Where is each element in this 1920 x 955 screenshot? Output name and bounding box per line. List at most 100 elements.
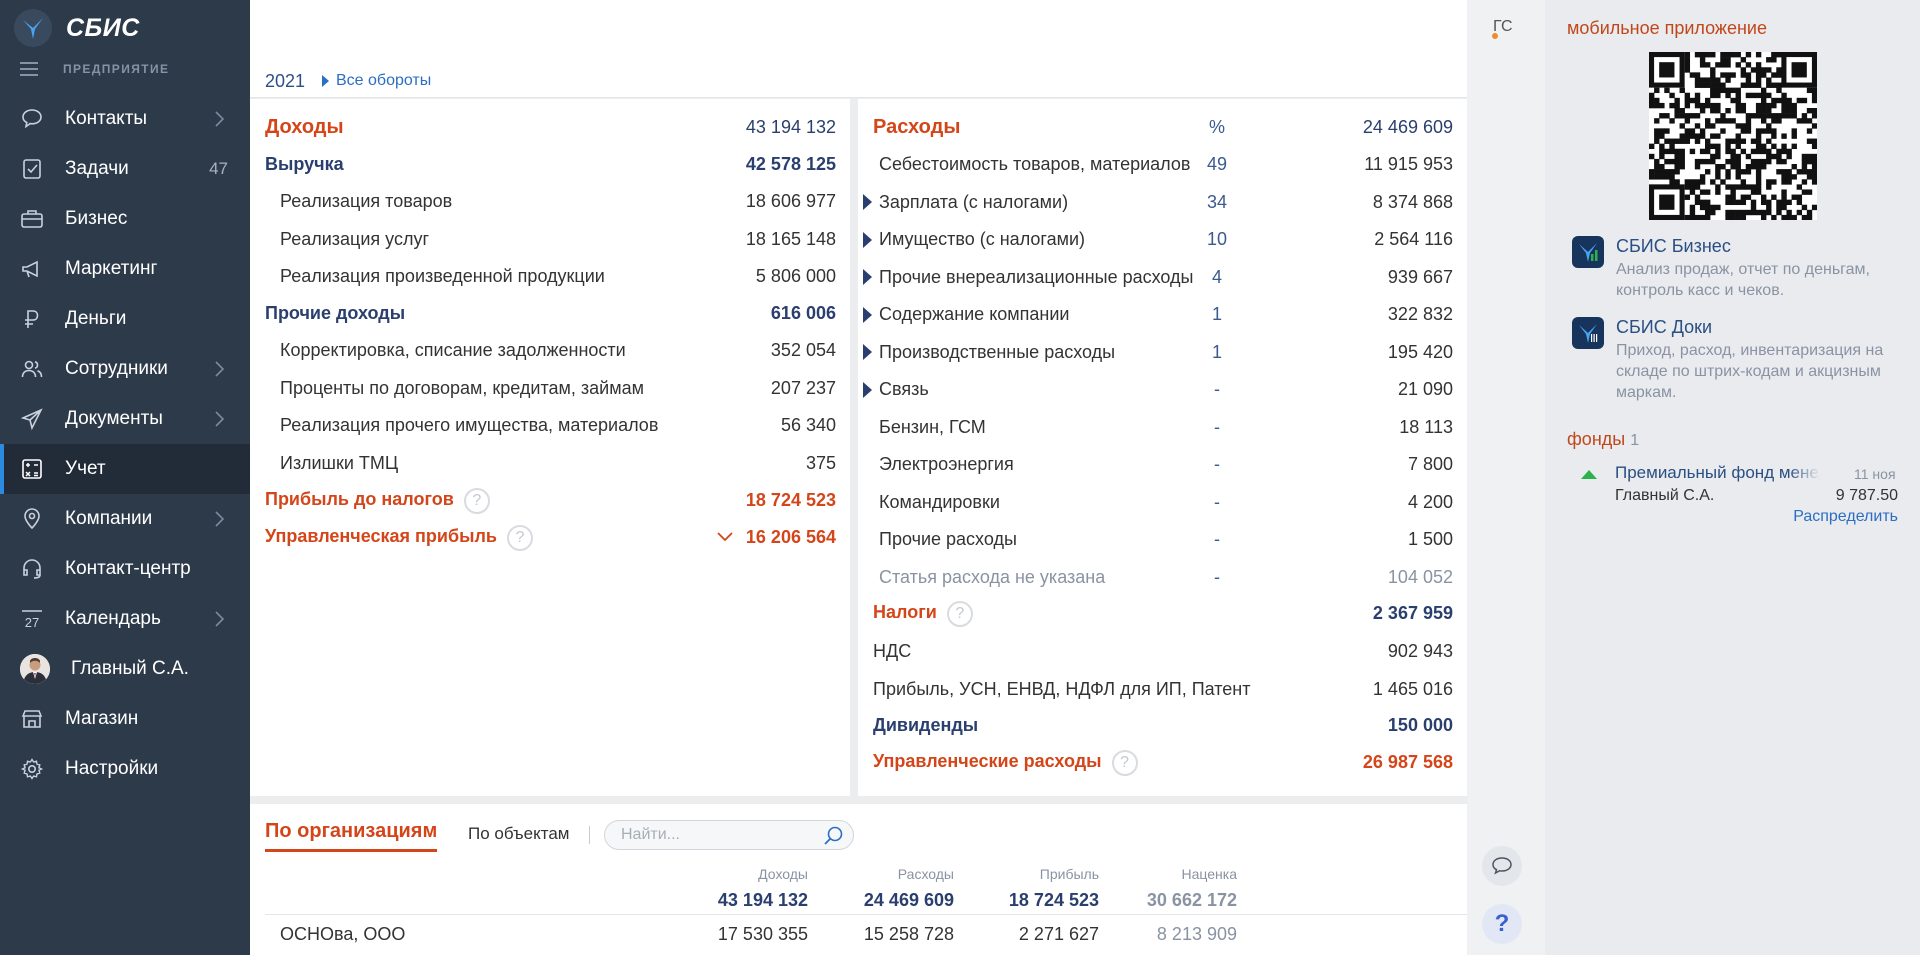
help-button[interactable]: ?: [1482, 904, 1522, 944]
expense-item-row[interactable]: Производственные расходы 1 195 420: [858, 334, 1467, 371]
other-income-value: 616 006: [770, 303, 836, 323]
mgmt-expenses-row[interactable]: Управленческие расходы? 26 987 568: [858, 744, 1467, 781]
app-sbis-business[interactable]: СБИС Бизнес Анализ продаж, отчет по деньг…: [1572, 236, 1916, 301]
sidebar-item-12[interactable]: Магазин: [0, 694, 250, 744]
sidebar-item-4[interactable]: Деньги: [0, 294, 250, 344]
income-item-row[interactable]: Реализация услуг 18 165 148: [250, 221, 850, 258]
app-name: СБИС Бизнес: [1616, 236, 1731, 256]
expense-item-row[interactable]: Командировки - 4 200: [858, 484, 1467, 521]
mgmt-expenses-text: Управленческие расходы: [873, 750, 1102, 771]
expense-item-row[interactable]: Содержание компании 1 322 832: [858, 296, 1467, 333]
sidebar-item-label: Магазин: [65, 708, 139, 729]
sidebar-item-7[interactable]: Учет: [0, 444, 250, 494]
tax-item-row[interactable]: Прибыль, УСН, ЕНВД, НДФЛ для ИП, Патент 1…: [858, 671, 1467, 708]
income-item-row[interactable]: Реализация произведенной продукции 5 806 …: [250, 258, 850, 295]
income-item-row[interactable]: Корректировка, списание задолженности 352…: [250, 332, 850, 369]
income-item-row[interactable]: Проценты по договорам, кредитам, займам 2…: [250, 370, 850, 407]
funds-title[interactable]: фонды 1: [1567, 429, 1639, 450]
help-icon[interactable]: ?: [463, 487, 490, 514]
search-input[interactable]: [605, 821, 805, 849]
fund-name[interactable]: Премиальный фонд менеджеров: [1615, 463, 1820, 483]
expand-triangle-icon[interactable]: [863, 381, 872, 398]
qr-code: [1649, 52, 1818, 221]
sidebar-item-0[interactable]: Контакты: [0, 94, 250, 144]
sidebar-item-label: Календарь: [65, 608, 161, 629]
column-header[interactable]: Прибыль: [979, 866, 1099, 882]
search-icon[interactable]: [823, 825, 845, 847]
chevron-right-icon[interactable]: [208, 358, 230, 380]
expand-triangle-icon[interactable]: [863, 194, 872, 210]
funds-label: фонды: [1567, 429, 1626, 449]
sidebar-item-1[interactable]: Задачи 47: [0, 144, 250, 194]
sidebar-item-label: Компании: [65, 508, 153, 529]
income-item-row[interactable]: Излишки ТМЦ 375: [250, 445, 850, 482]
sidebar-item-6[interactable]: Документы: [0, 394, 250, 444]
tax-item-row[interactable]: НДС 902 943: [858, 633, 1467, 670]
expense-item-row[interactable]: Имущество (с налогами) 10 2 564 116: [858, 221, 1467, 258]
expense-item-row[interactable]: Прочие внереализационные расходы 4 939 667: [858, 259, 1467, 296]
main-content: 2021 Все обороты Доходы 43 194 132 Выруч…: [250, 0, 1467, 955]
row-percent: 1: [1211, 341, 1222, 362]
sidebar-item-10[interactable]: 27 Календарь: [0, 594, 250, 644]
year-selector[interactable]: 2021: [265, 71, 305, 92]
help-icon[interactable]: ?: [1111, 749, 1138, 776]
expand-triangle-icon[interactable]: [863, 306, 872, 323]
column-header[interactable]: Расходы: [834, 866, 954, 882]
revenue-value: 42 578 125: [745, 154, 836, 174]
taxes-row[interactable]: Налоги? 2 367 959: [858, 595, 1467, 632]
expense-item-row[interactable]: Связь - 21 090: [858, 371, 1467, 408]
revenue-label: Выручка: [265, 154, 344, 174]
other-income-row[interactable]: Прочие доходы 616 006: [250, 295, 850, 332]
help-icon[interactable]: ?: [946, 600, 973, 627]
row-label: Производственные расходы: [879, 341, 1116, 362]
sidebar-item-5[interactable]: Сотрудники: [0, 344, 250, 394]
section-switcher[interactable]: ПРЕДПРИЯТИЕ: [20, 62, 169, 76]
chevron-right-icon[interactable]: [208, 608, 230, 630]
expense-item-row[interactable]: Бензин, ГСМ - 18 113: [858, 409, 1467, 446]
help-icon[interactable]: ?: [506, 524, 533, 551]
sidebar-item-3[interactable]: Маркетинг: [0, 244, 250, 294]
expense-item-row[interactable]: Себестоимость товаров, материалов 49 11 91…: [858, 146, 1467, 183]
income-header-row[interactable]: Доходы 43 194 132: [250, 109, 850, 146]
logo[interactable]: СБИС: [14, 8, 140, 48]
distribute-link[interactable]: Распределить: [1793, 508, 1898, 526]
calculator-icon: [20, 457, 44, 481]
expand-triangle-icon[interactable]: [863, 231, 872, 248]
expand-triangle-icon[interactable]: [863, 344, 872, 360]
sidebar-item-8[interactable]: Компании: [0, 494, 250, 544]
tab-by-organizations[interactable]: По организациям: [265, 820, 438, 852]
sidebar-item-13[interactable]: Настройки: [0, 744, 250, 794]
chevron-right-icon[interactable]: [208, 408, 230, 430]
org-name[interactable]: ОСНОва, ООО: [280, 924, 405, 945]
expense-item-row[interactable]: Статья расхода не указана - 104 052: [858, 559, 1467, 596]
tab-by-objects[interactable]: По объектам: [468, 824, 569, 844]
expand-triangle-icon[interactable]: [863, 269, 872, 285]
income-item-row[interactable]: Реализация товаров 18 606 977: [250, 183, 850, 220]
app-sbis-docs[interactable]: СБИС Доки Приход, расход, инвентаризация …: [1572, 317, 1916, 403]
chevron-down-icon[interactable]: [717, 532, 733, 542]
sidebar-item-2[interactable]: Бизнес: [0, 194, 250, 244]
row-value: 11 915 953: [1364, 154, 1453, 174]
expense-item-row[interactable]: Электроэнергия - 7 800: [858, 446, 1467, 483]
profit-before-tax-row[interactable]: Прибыль до налогов? 18 724 523: [250, 482, 850, 519]
chevron-right-icon[interactable]: [208, 108, 230, 130]
hamburger-icon[interactable]: [20, 62, 38, 76]
sidebar-item-9[interactable]: Контакт-центр: [0, 544, 250, 594]
row-label: Бензин, ГСМ: [879, 416, 986, 437]
expense-item-row[interactable]: Зарплата (с налогами) 34 8 374 868: [858, 184, 1467, 221]
chat-button[interactable]: [1482, 846, 1522, 886]
revenue-row[interactable]: Выручка 42 578 125: [250, 146, 850, 183]
sidebar-item-11[interactable]: Главный С.А.: [0, 644, 250, 694]
expense-item-row[interactable]: Прочие расходы - 1 500: [858, 521, 1467, 558]
row-percent: -: [1214, 491, 1220, 512]
column-header[interactable]: Наценка: [1117, 866, 1238, 882]
sidebar-item-label: Контакт-центр: [65, 558, 191, 579]
chevron-right-icon[interactable]: [208, 508, 230, 530]
main-menu: Контакты Задачи 47 Бизнес Маркетинг Деньги Сот…: [0, 94, 250, 794]
all-turnovers-link[interactable]: Все обороты: [322, 72, 431, 90]
income-item-row[interactable]: Реализация прочего имущества, материалов…: [250, 407, 850, 444]
expense-header-row[interactable]: Расходы % 24 469 609: [858, 109, 1467, 146]
dividends-row[interactable]: Дивиденды 150 000: [858, 707, 1467, 744]
column-header[interactable]: Доходы: [688, 866, 808, 882]
mgmt-profit-row[interactable]: Управленческая прибыль? 16 206 564: [250, 519, 850, 556]
